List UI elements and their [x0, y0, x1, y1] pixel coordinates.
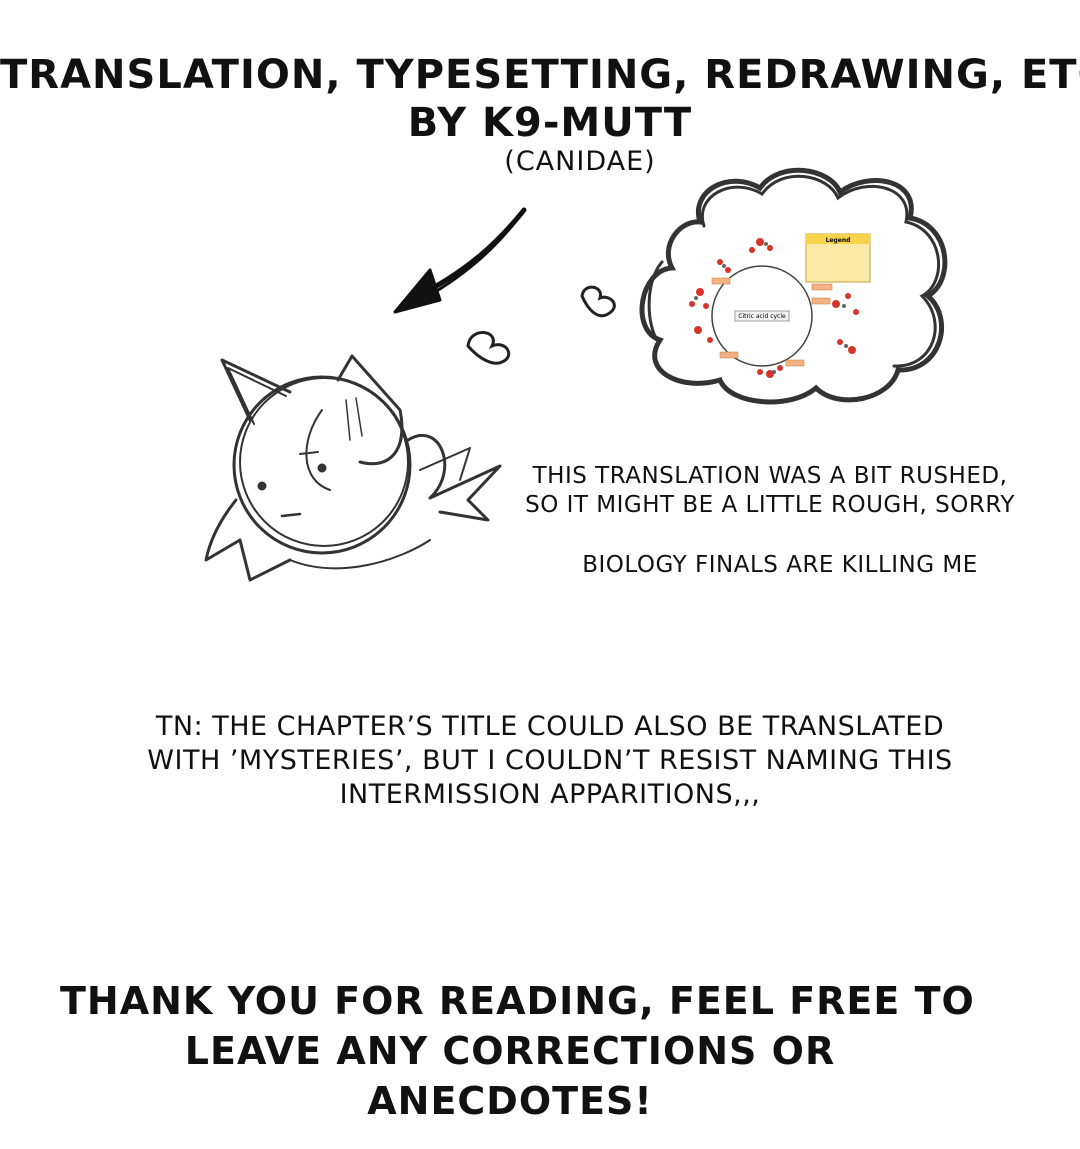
cycle-title: Citric acid cycle: [738, 313, 786, 320]
thanks-line-2: LEAVE ANY CORRECTIONS OR: [184, 1029, 836, 1073]
thanks-message: THANK YOU FOR READING, FEEL FREE TO LEAV…: [60, 976, 975, 1126]
character-sketch: [204, 354, 502, 582]
heart-icon: [466, 331, 511, 365]
arrow-down-left-icon: [393, 207, 527, 314]
rushed-note-line-2: SO IT MIGHT BE A LITTLE ROUGH, SORRY: [525, 492, 1015, 518]
citric-acid-cycle-diagram: Legend Citric acid cycle: [689, 233, 871, 378]
thanks-line-3: ANECDOTES!: [367, 1079, 653, 1123]
translator-note-line-2: WITH ’MYSTERIES’, BUT I COULDN’T RESIST …: [147, 745, 953, 776]
translator-note-line-1: TN: THE CHAPTER’S TITLE COULD ALSO BE TR…: [155, 711, 945, 742]
thought-cloud: [639, 167, 948, 405]
heart-icon: [580, 285, 616, 318]
rushed-note: THIS TRANSLATION WAS A BIT RUSHED, SO IT…: [520, 462, 1020, 520]
translator-note-line-3: INTERMISSION APPARITIONS,,,: [339, 779, 761, 810]
legend-title: Legend: [826, 237, 851, 244]
finals-note: BIOLOGY FINALS ARE KILLING ME: [582, 552, 978, 578]
translator-note: TN: THE CHAPTER’S TITLE COULD ALSO BE TR…: [100, 710, 1000, 812]
rushed-note-line-1: THIS TRANSLATION WAS A BIT RUSHED,: [532, 463, 1008, 489]
thanks-line-1: THANK YOU FOR READING, FEEL FREE TO: [60, 979, 975, 1023]
